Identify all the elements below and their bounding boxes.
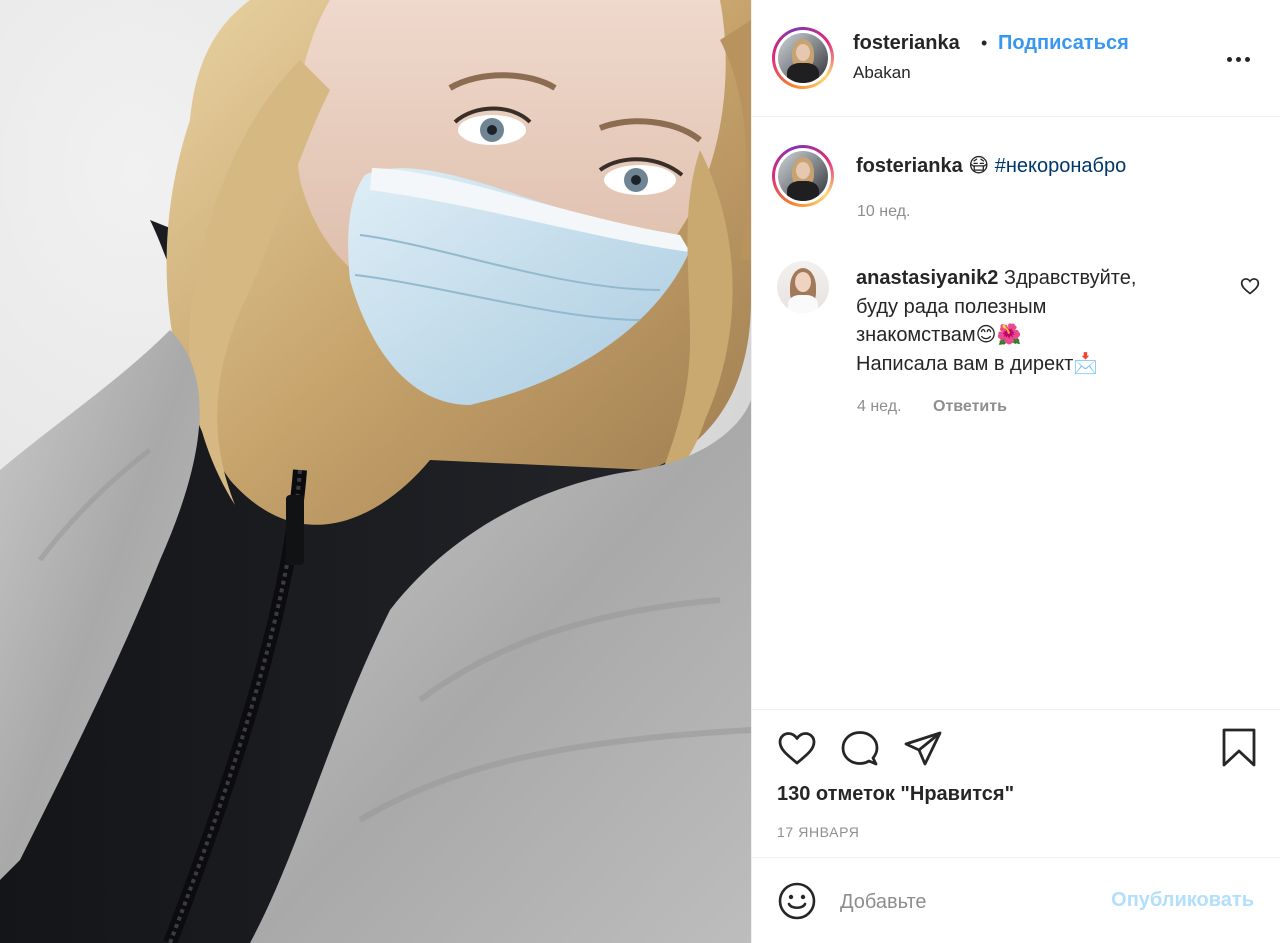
reply-button[interactable]: Ответить: [933, 398, 1007, 416]
comment-text-line-1: Здравствуйте,: [1003, 267, 1137, 289]
post-photo[interactable]: [0, 0, 751, 943]
caption-emoji: 😷: [968, 155, 990, 177]
comment-text-line-4: Написала вам в директ📩: [856, 352, 1099, 375]
post-side-panel: fosterianka • Подписаться Abakan fosteri…: [752, 0, 1280, 943]
caption-timestamp[interactable]: 10 нед.: [857, 203, 910, 221]
author-avatar[interactable]: [772, 27, 834, 89]
caption-text: fosterianka 😷 #некоронабро: [856, 153, 1126, 178]
caption-hashtag[interactable]: #некоронабро: [995, 155, 1127, 177]
bookmark-icon[interactable]: [1219, 727, 1259, 767]
more-options-icon[interactable]: [1226, 50, 1256, 68]
comment-text-line-3: знакомствам😊🌺: [856, 324, 1022, 346]
comment-text: anastasiyanik2 Здравствуйте, буду рада п…: [856, 264, 1216, 378]
post-location[interactable]: Abakan: [853, 63, 911, 83]
smiley-icon[interactable]: [777, 881, 817, 921]
likes-count[interactable]: 130 отметок "Нравится": [777, 783, 1014, 806]
comment-text-line-2: буду рада полезным: [856, 295, 1047, 318]
heart-icon[interactable]: [777, 729, 817, 769]
caption-author-avatar[interactable]: [772, 145, 834, 207]
post-actions: 130 отметок "Нравится" 17 ЯНВАРЯ: [752, 709, 1280, 858]
commenter-username[interactable]: anastasiyanik2: [856, 267, 998, 289]
caption-username[interactable]: fosterianka: [856, 155, 963, 177]
comment-timestamp[interactable]: 4 нед.: [857, 398, 902, 416]
comment-bubble-icon[interactable]: [840, 729, 880, 769]
commenter-avatar[interactable]: [777, 261, 829, 313]
paper-plane-icon[interactable]: [903, 729, 943, 769]
publish-button[interactable]: Опубликовать: [1096, 889, 1254, 912]
follow-button[interactable]: Подписаться: [998, 32, 1129, 55]
instagram-post: fosterianka • Подписаться Abakan fosteri…: [0, 0, 1280, 943]
comment-like-heart-icon[interactable]: [1240, 276, 1260, 296]
post-date[interactable]: 17 ЯНВАРЯ: [777, 824, 859, 840]
add-comment-bar: Опубликовать: [752, 857, 1280, 943]
post-header: fosterianka • Подписаться Abakan: [752, 0, 1280, 117]
post-photo-illustration: [0, 0, 751, 943]
author-username[interactable]: fosterianka: [853, 32, 960, 55]
header-separator: •: [981, 33, 988, 53]
